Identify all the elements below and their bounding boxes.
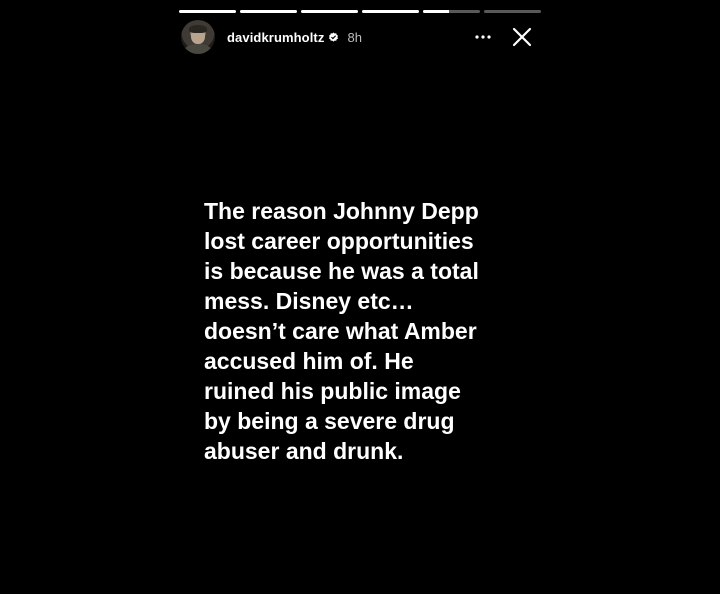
story-viewer[interactable]: davidkrumholtz 8h The reason Johnny Depp…	[170, 0, 548, 594]
progress-segment	[179, 10, 236, 13]
story-text: The reason Johnny Depp lost career oppor…	[204, 196, 534, 466]
avatar-body	[184, 44, 212, 54]
username[interactable]: davidkrumholtz	[227, 30, 324, 45]
more-dots-icon	[475, 35, 491, 39]
progress-segment	[484, 10, 541, 13]
story-text-line: lost career opportunities	[204, 228, 474, 254]
story-progress-bar	[179, 10, 541, 13]
progress-segment	[362, 10, 419, 13]
story-text-line: The reason Johnny Depp	[204, 198, 479, 224]
progress-fill	[179, 10, 236, 13]
close-button[interactable]	[509, 24, 535, 50]
story-header: davidkrumholtz 8h	[181, 20, 543, 54]
progress-segment	[240, 10, 297, 13]
story-text-line: by being a severe drug	[204, 408, 455, 434]
story-text-line: mess. Disney etc…	[204, 288, 414, 314]
progress-fill	[362, 10, 419, 13]
progress-fill	[240, 10, 297, 13]
story-text-line: abuser and drunk.	[204, 438, 404, 464]
story-text-line: doesn’t care what Amber	[204, 318, 477, 344]
close-icon	[512, 27, 532, 47]
viewer-frame: davidkrumholtz 8h The reason Johnny Depp…	[0, 0, 720, 594]
post-time: 8h	[347, 29, 362, 45]
progress-fill	[301, 10, 358, 13]
story-text-line: accused him of. He	[204, 348, 414, 374]
progress-fill	[423, 10, 449, 13]
verified-badge-icon	[328, 31, 339, 43]
more-options-button[interactable]	[471, 25, 495, 49]
avatar-hair	[189, 25, 207, 33]
avatar[interactable]	[181, 20, 215, 54]
progress-segment	[301, 10, 358, 13]
progress-segment	[423, 10, 480, 13]
story-text-line: is because he was a total	[204, 258, 479, 284]
story-text-line: ruined his public image	[204, 378, 461, 404]
